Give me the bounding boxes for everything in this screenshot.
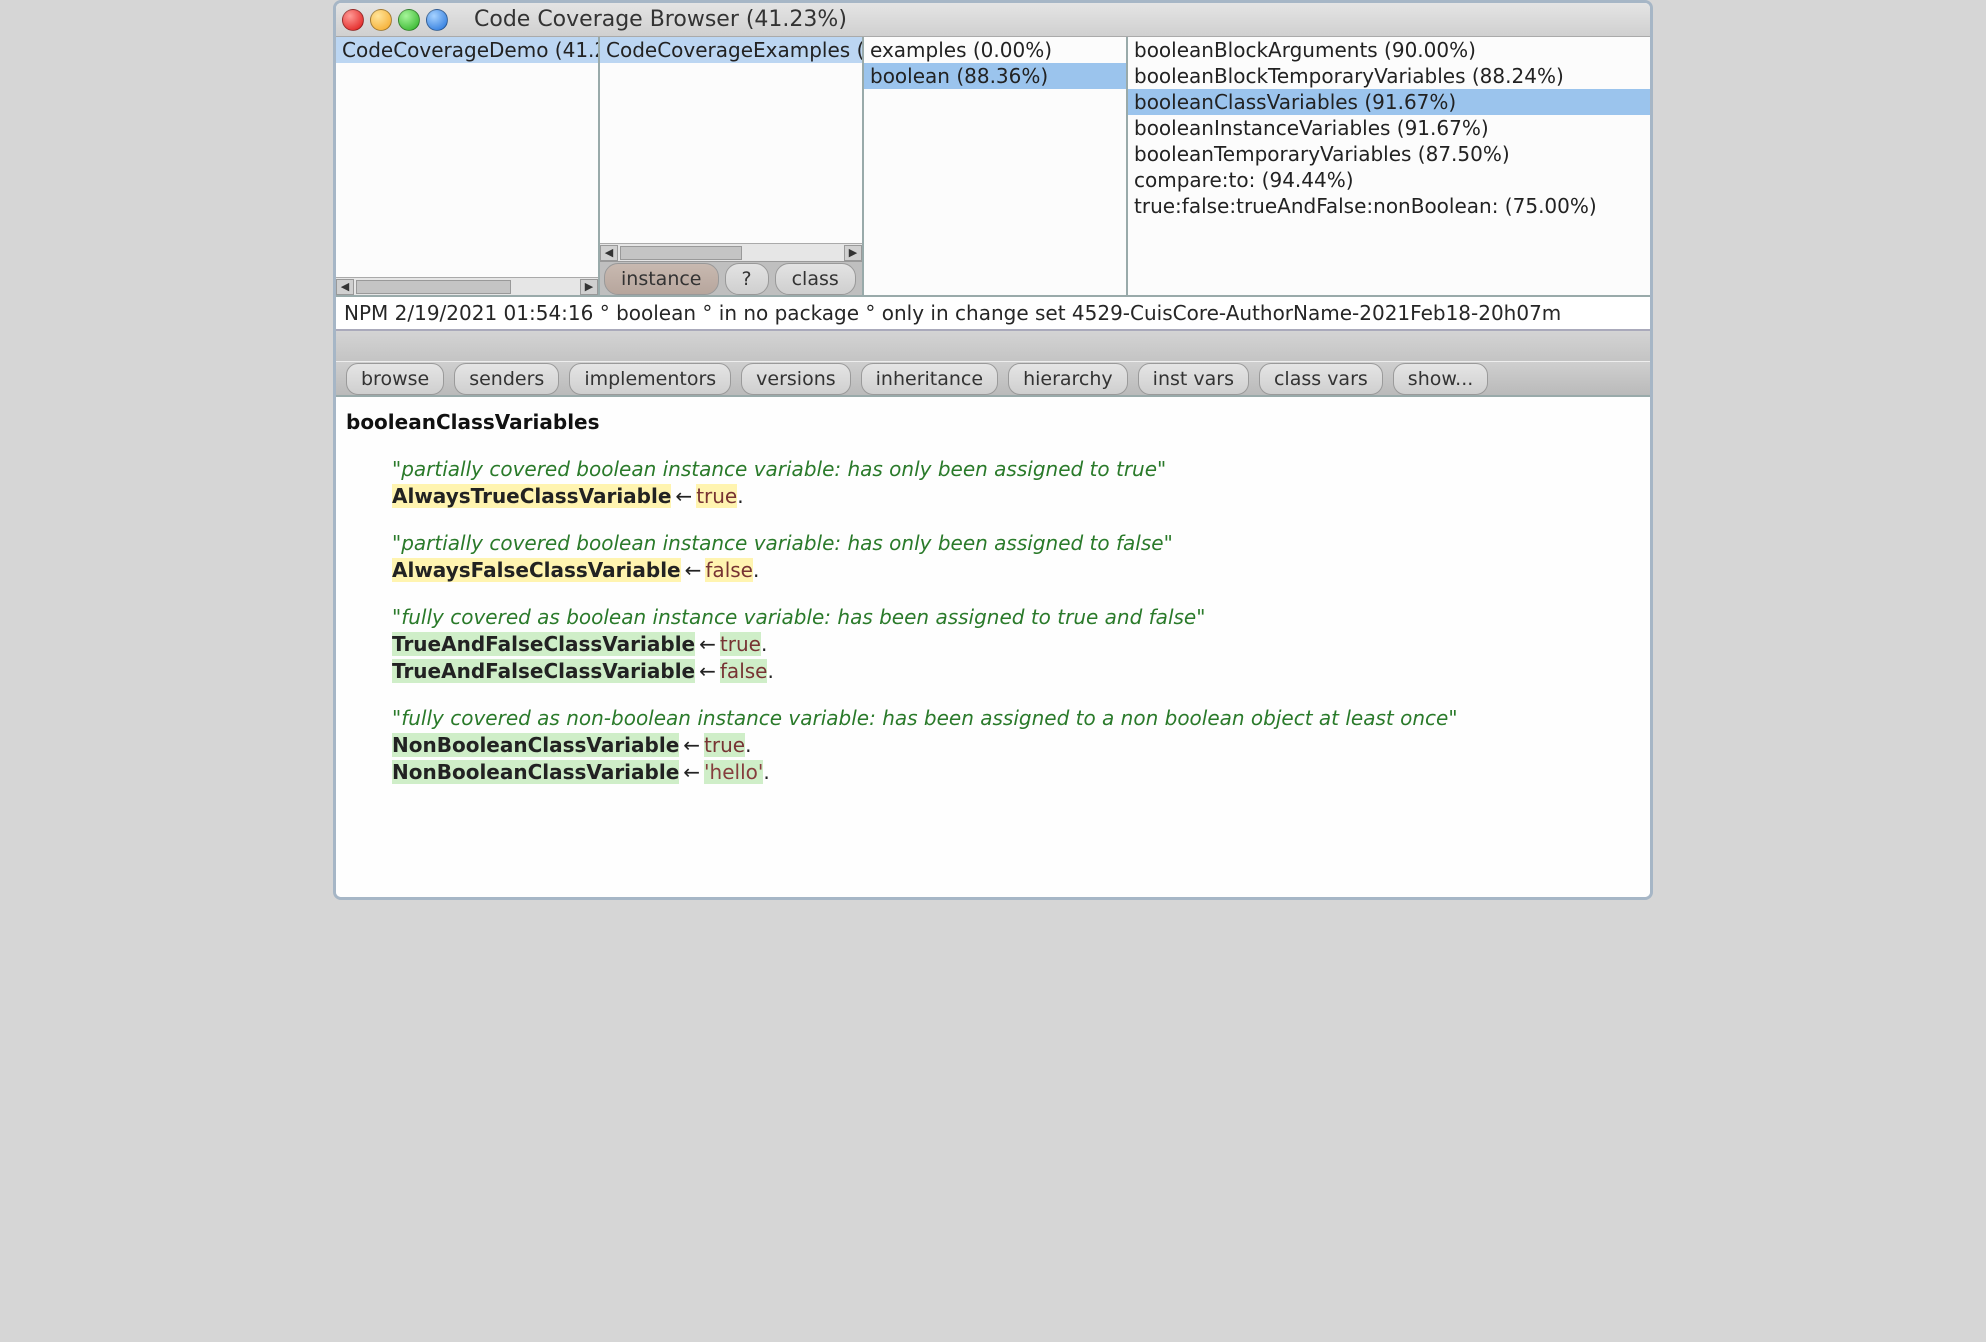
method-item[interactable]: compare:to: (94.44%)	[1128, 167, 1650, 193]
classes-hscroll[interactable]: ◀ ▶	[600, 243, 862, 261]
hierarchy-button[interactable]: hierarchy	[1008, 363, 1128, 395]
separator	[336, 331, 1650, 361]
code-pane[interactable]: booleanClassVariables "partially covered…	[336, 397, 1650, 897]
code-comment: "partially covered boolean instance vari…	[392, 457, 1166, 481]
inheritance-button[interactable]: inheritance	[861, 363, 998, 395]
class-vars-button[interactable]: class vars	[1259, 363, 1383, 395]
status-line: NPM 2/19/2021 01:54:16 ° boolean ° in no…	[336, 297, 1650, 331]
method-item[interactable]: booleanBlockArguments (90.00%)	[1128, 37, 1650, 63]
code-string: 'hello'	[704, 760, 763, 784]
method-item[interactable]: booleanInstanceVariables (91.67%)	[1128, 115, 1650, 141]
packages-pane: CodeCoverageDemo (41.23%) ◀ ▶	[336, 37, 600, 295]
minimize-icon[interactable]	[370, 9, 392, 31]
instance-class-switch: instance ? class	[600, 261, 862, 295]
assign-arrow: ←	[679, 733, 704, 757]
packages-hscroll[interactable]: ◀ ▶	[336, 277, 598, 295]
scroll-thumb[interactable]	[620, 246, 742, 260]
code-period: .	[767, 659, 773, 683]
implementors-button[interactable]: implementors	[569, 363, 731, 395]
scroll-left-icon[interactable]: ◀	[336, 279, 354, 295]
code-block: "fully covered as non-boolean instance v…	[346, 705, 1640, 786]
collapse-icon[interactable]	[426, 9, 448, 31]
titlebar: Code Coverage Browser (41.23%)	[336, 3, 1650, 37]
protocol-item[interactable]: examples (0.00%)	[864, 37, 1126, 63]
code-keyword: false	[720, 659, 768, 683]
show-button[interactable]: show...	[1393, 363, 1488, 395]
code-block: "partially covered boolean instance vari…	[346, 456, 1640, 510]
code-period: .	[761, 632, 767, 656]
code-comment: "fully covered as non-boolean instance v…	[392, 706, 1458, 730]
protocol-item[interactable]: boolean (88.36%)	[864, 63, 1126, 89]
code-block: "partially covered boolean instance vari…	[346, 530, 1640, 584]
classes-list[interactable]: CodeCoverageExamples (41.23%)	[600, 37, 862, 243]
assign-arrow: ←	[679, 760, 704, 784]
inst-vars-button[interactable]: inst vars	[1138, 363, 1249, 395]
method-item[interactable]: true:false:trueAndFalse:nonBoolean: (75.…	[1128, 193, 1650, 219]
methods-pane: booleanBlockArguments (90.00%) booleanBl…	[1128, 37, 1650, 295]
method-item[interactable]: booleanClassVariables (91.67%)	[1128, 89, 1650, 115]
classes-pane: CodeCoverageExamples (41.23%) ◀ ▶ instan…	[600, 37, 864, 295]
code-var: NonBooleanClassVariable	[392, 733, 679, 757]
code-keyword: true	[704, 733, 745, 757]
assign-arrow: ←	[681, 558, 706, 582]
code-var: TrueAndFalseClassVariable	[392, 659, 695, 683]
versions-button[interactable]: versions	[741, 363, 851, 395]
maximize-icon[interactable]	[398, 9, 420, 31]
method-item[interactable]: booleanBlockTemporaryVariables (88.24%)	[1128, 63, 1650, 89]
scroll-thumb[interactable]	[356, 280, 511, 294]
code-var: AlwaysTrueClassVariable	[392, 484, 671, 508]
window-title: Code Coverage Browser (41.23%)	[474, 7, 847, 32]
code-period: .	[763, 760, 769, 784]
methods-list[interactable]: booleanBlockArguments (90.00%) booleanBl…	[1128, 37, 1650, 295]
close-icon[interactable]	[342, 9, 364, 31]
comment-button[interactable]: ?	[725, 263, 769, 295]
code-toolbar: browse senders implementors versions inh…	[336, 361, 1650, 397]
method-item[interactable]: booleanTemporaryVariables (87.50%)	[1128, 141, 1650, 167]
code-coverage-browser-window: Code Coverage Browser (41.23%) CodeCover…	[333, 0, 1653, 900]
scroll-right-icon[interactable]: ▶	[844, 245, 862, 261]
assign-arrow: ←	[695, 659, 720, 683]
browse-button[interactable]: browse	[346, 363, 444, 395]
packages-list[interactable]: CodeCoverageDemo (41.23%)	[336, 37, 598, 277]
code-var: NonBooleanClassVariable	[392, 760, 679, 784]
code-period: .	[753, 558, 759, 582]
code-comment: "partially covered boolean instance vari…	[392, 531, 1173, 555]
scroll-track[interactable]	[620, 246, 842, 260]
package-item[interactable]: CodeCoverageDemo (41.23%)	[336, 37, 598, 63]
assign-arrow: ←	[671, 484, 696, 508]
class-item[interactable]: CodeCoverageExamples (41.23%)	[600, 37, 862, 63]
protocols-list[interactable]: examples (0.00%) boolean (88.36%)	[864, 37, 1126, 295]
code-period: .	[737, 484, 743, 508]
code-var: TrueAndFalseClassVariable	[392, 632, 695, 656]
scroll-track[interactable]	[356, 280, 578, 294]
senders-button[interactable]: senders	[454, 363, 559, 395]
code-block: "fully covered as boolean instance varia…	[346, 604, 1640, 685]
class-button[interactable]: class	[775, 263, 856, 295]
code-comment: "fully covered as boolean instance varia…	[392, 605, 1205, 629]
assign-arrow: ←	[695, 632, 720, 656]
browser-panes: CodeCoverageDemo (41.23%) ◀ ▶ CodeCovera…	[336, 37, 1650, 297]
code-keyword: false	[705, 558, 753, 582]
scroll-left-icon[interactable]: ◀	[600, 245, 618, 261]
instance-button[interactable]: instance	[604, 263, 719, 295]
code-period: .	[745, 733, 751, 757]
code-keyword: true	[720, 632, 761, 656]
code-var: AlwaysFalseClassVariable	[392, 558, 681, 582]
protocols-pane: examples (0.00%) boolean (88.36%)	[864, 37, 1128, 295]
method-selector: booleanClassVariables	[346, 409, 1640, 436]
code-keyword: true	[696, 484, 737, 508]
scroll-right-icon[interactable]: ▶	[580, 279, 598, 295]
